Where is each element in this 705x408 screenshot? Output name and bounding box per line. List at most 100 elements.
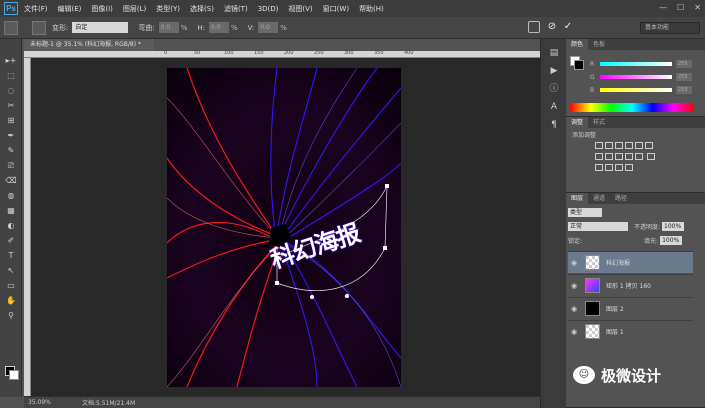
- tab-adjustments[interactable]: 调整: [566, 117, 589, 128]
- shape-tool-icon[interactable]: ▭: [4, 280, 18, 291]
- blue-value[interactable]: 255: [676, 86, 692, 94]
- type-tool-icon[interactable]: T: [4, 250, 18, 261]
- visibility-eye-icon[interactable]: ◉: [568, 305, 580, 313]
- tab-layers[interactable]: 图层: [566, 193, 589, 204]
- move-tool-icon[interactable]: ▸+: [4, 55, 18, 66]
- visibility-eye-icon[interactable]: ◉: [568, 282, 580, 290]
- red-value[interactable]: 255: [676, 60, 692, 68]
- layer-row[interactable]: ◉ 图层 2: [568, 297, 693, 319]
- channel-mixer-icon[interactable]: [625, 153, 633, 160]
- dodge-tool-icon[interactable]: ◐: [4, 220, 18, 231]
- tab-paths[interactable]: 路径: [610, 193, 632, 204]
- healing-tool-icon[interactable]: ✎: [4, 145, 18, 156]
- menu-file[interactable]: 文件(F): [24, 4, 48, 14]
- character-icon[interactable]: A: [548, 101, 560, 113]
- menu-image[interactable]: 图像(I): [91, 4, 113, 14]
- close-button[interactable]: ✕: [694, 3, 701, 12]
- lasso-tool-icon[interactable]: ◌: [4, 85, 18, 96]
- vibrance-icon[interactable]: [635, 142, 643, 149]
- zoom-level[interactable]: 35.09%: [28, 399, 64, 406]
- menu-edit[interactable]: 编辑(E): [58, 4, 82, 14]
- menu-layer[interactable]: 图层(L): [123, 4, 146, 14]
- tab-swatches[interactable]: 色板: [588, 39, 610, 50]
- history-icon[interactable]: ▤: [548, 47, 560, 59]
- artboard[interactable]: [167, 68, 401, 387]
- background-color-swatch[interactable]: [9, 370, 19, 380]
- invert-icon[interactable]: [647, 153, 656, 160]
- h-label: H:: [197, 23, 205, 32]
- reference-point-icon[interactable]: [32, 20, 46, 35]
- red-slider[interactable]: [600, 62, 672, 66]
- layer-name: 科幻海报: [606, 260, 631, 267]
- zoom-tool-icon[interactable]: ⚲: [4, 310, 18, 321]
- opacity-input[interactable]: 100%: [662, 222, 685, 231]
- visibility-eye-icon[interactable]: ◉: [568, 328, 580, 336]
- blend-mode-select[interactable]: 正常: [568, 222, 628, 231]
- background-swatch[interactable]: [574, 60, 584, 70]
- menu-type[interactable]: 类型(Y): [156, 4, 180, 14]
- menu-select[interactable]: 选择(S): [190, 4, 214, 14]
- kind-filter-select[interactable]: 类型: [568, 208, 602, 217]
- visibility-eye-icon[interactable]: ◉: [568, 259, 580, 267]
- layer-name: 图层 1: [606, 329, 624, 336]
- menu-3d[interactable]: 3D(D): [258, 5, 279, 13]
- v-input[interactable]: 0.0: [258, 22, 279, 33]
- fill-input[interactable]: 100%: [660, 236, 683, 245]
- menu-help[interactable]: 帮助(H): [359, 4, 384, 14]
- menu-view[interactable]: 视图(V): [288, 4, 312, 14]
- panels-dock: 颜色 色板 R 255 G 255 B 255 调整 样式 添加调整 图层 通道…: [566, 39, 705, 408]
- cancel-transform-icon[interactable]: ⊘: [546, 21, 558, 33]
- green-value[interactable]: 255: [676, 73, 692, 81]
- color-lookup-icon[interactable]: [635, 153, 643, 160]
- path-select-tool-icon[interactable]: ↖: [4, 265, 18, 276]
- eraser-tool-icon[interactable]: ⌫: [4, 175, 18, 186]
- brush-tool-icon[interactable]: ⎚: [4, 160, 18, 171]
- h-input[interactable]: 0.0: [209, 22, 229, 33]
- photo-filter-icon[interactable]: [615, 153, 623, 160]
- color-spectrum[interactable]: [570, 103, 694, 112]
- tab-styles[interactable]: 样式: [588, 117, 610, 128]
- tab-color[interactable]: 颜色: [566, 39, 589, 50]
- menu-window[interactable]: 窗口(W): [323, 4, 349, 14]
- pen-tool-icon[interactable]: ✐: [4, 235, 18, 246]
- crop-tool-icon[interactable]: ⊞: [4, 115, 18, 126]
- green-slider[interactable]: [600, 75, 672, 79]
- blue-slider[interactable]: [600, 88, 672, 92]
- bend-input[interactable]: 0.0: [158, 22, 179, 33]
- selective-color-icon[interactable]: [625, 164, 633, 171]
- actions-icon[interactable]: ▶: [548, 65, 560, 77]
- exposure-icon[interactable]: [625, 142, 633, 149]
- quick-select-tool-icon[interactable]: ✂: [4, 100, 18, 111]
- bend-label: 弯曲:: [138, 23, 155, 32]
- commit-transform-icon[interactable]: ✓: [562, 21, 574, 33]
- maximize-button[interactable]: ☐: [677, 3, 684, 12]
- warp-style-select[interactable]: 自定: [72, 22, 129, 33]
- stamp-tool-icon[interactable]: ◍: [4, 190, 18, 201]
- layer-row[interactable]: ◉ 矩形 1 拷贝 160: [568, 274, 693, 296]
- layer-row[interactable]: ◉ 科幻海报: [568, 251, 693, 273]
- minimize-button[interactable]: —: [659, 3, 667, 12]
- document-tab[interactable]: 未标题-1 @ 35.1% (科幻海报, RGB/8) *: [24, 39, 154, 51]
- hand-tool-icon[interactable]: ✋: [4, 295, 18, 306]
- marquee-tool-icon[interactable]: ⬚: [4, 70, 18, 81]
- threshold-icon[interactable]: [605, 164, 613, 171]
- workspace-select[interactable]: 基本功能: [640, 22, 700, 34]
- info-icon[interactable]: ⓘ: [548, 83, 560, 95]
- eyedropper-tool-icon[interactable]: ✒: [4, 130, 18, 141]
- paragraph-icon[interactable]: ¶: [548, 119, 560, 131]
- layer-row[interactable]: ◉ 图层 1: [568, 320, 693, 342]
- black-white-icon[interactable]: [605, 153, 613, 160]
- levels-icon[interactable]: [605, 142, 613, 149]
- gradient-tool-icon[interactable]: ▦: [4, 205, 18, 216]
- tab-channels[interactable]: 通道: [588, 193, 610, 204]
- menu-filter[interactable]: 滤镜(T): [224, 4, 248, 14]
- warp-label: 变形:: [52, 23, 69, 32]
- warp-mode-icon[interactable]: [528, 21, 540, 33]
- tool-preset-icon[interactable]: [4, 20, 18, 35]
- curves-icon[interactable]: [615, 142, 623, 149]
- gradient-map-icon[interactable]: [615, 164, 623, 171]
- brightness-icon[interactable]: [595, 142, 603, 149]
- color-balance-icon[interactable]: [595, 153, 603, 160]
- hue-saturation-icon[interactable]: [645, 142, 653, 149]
- posterize-icon[interactable]: [595, 164, 603, 171]
